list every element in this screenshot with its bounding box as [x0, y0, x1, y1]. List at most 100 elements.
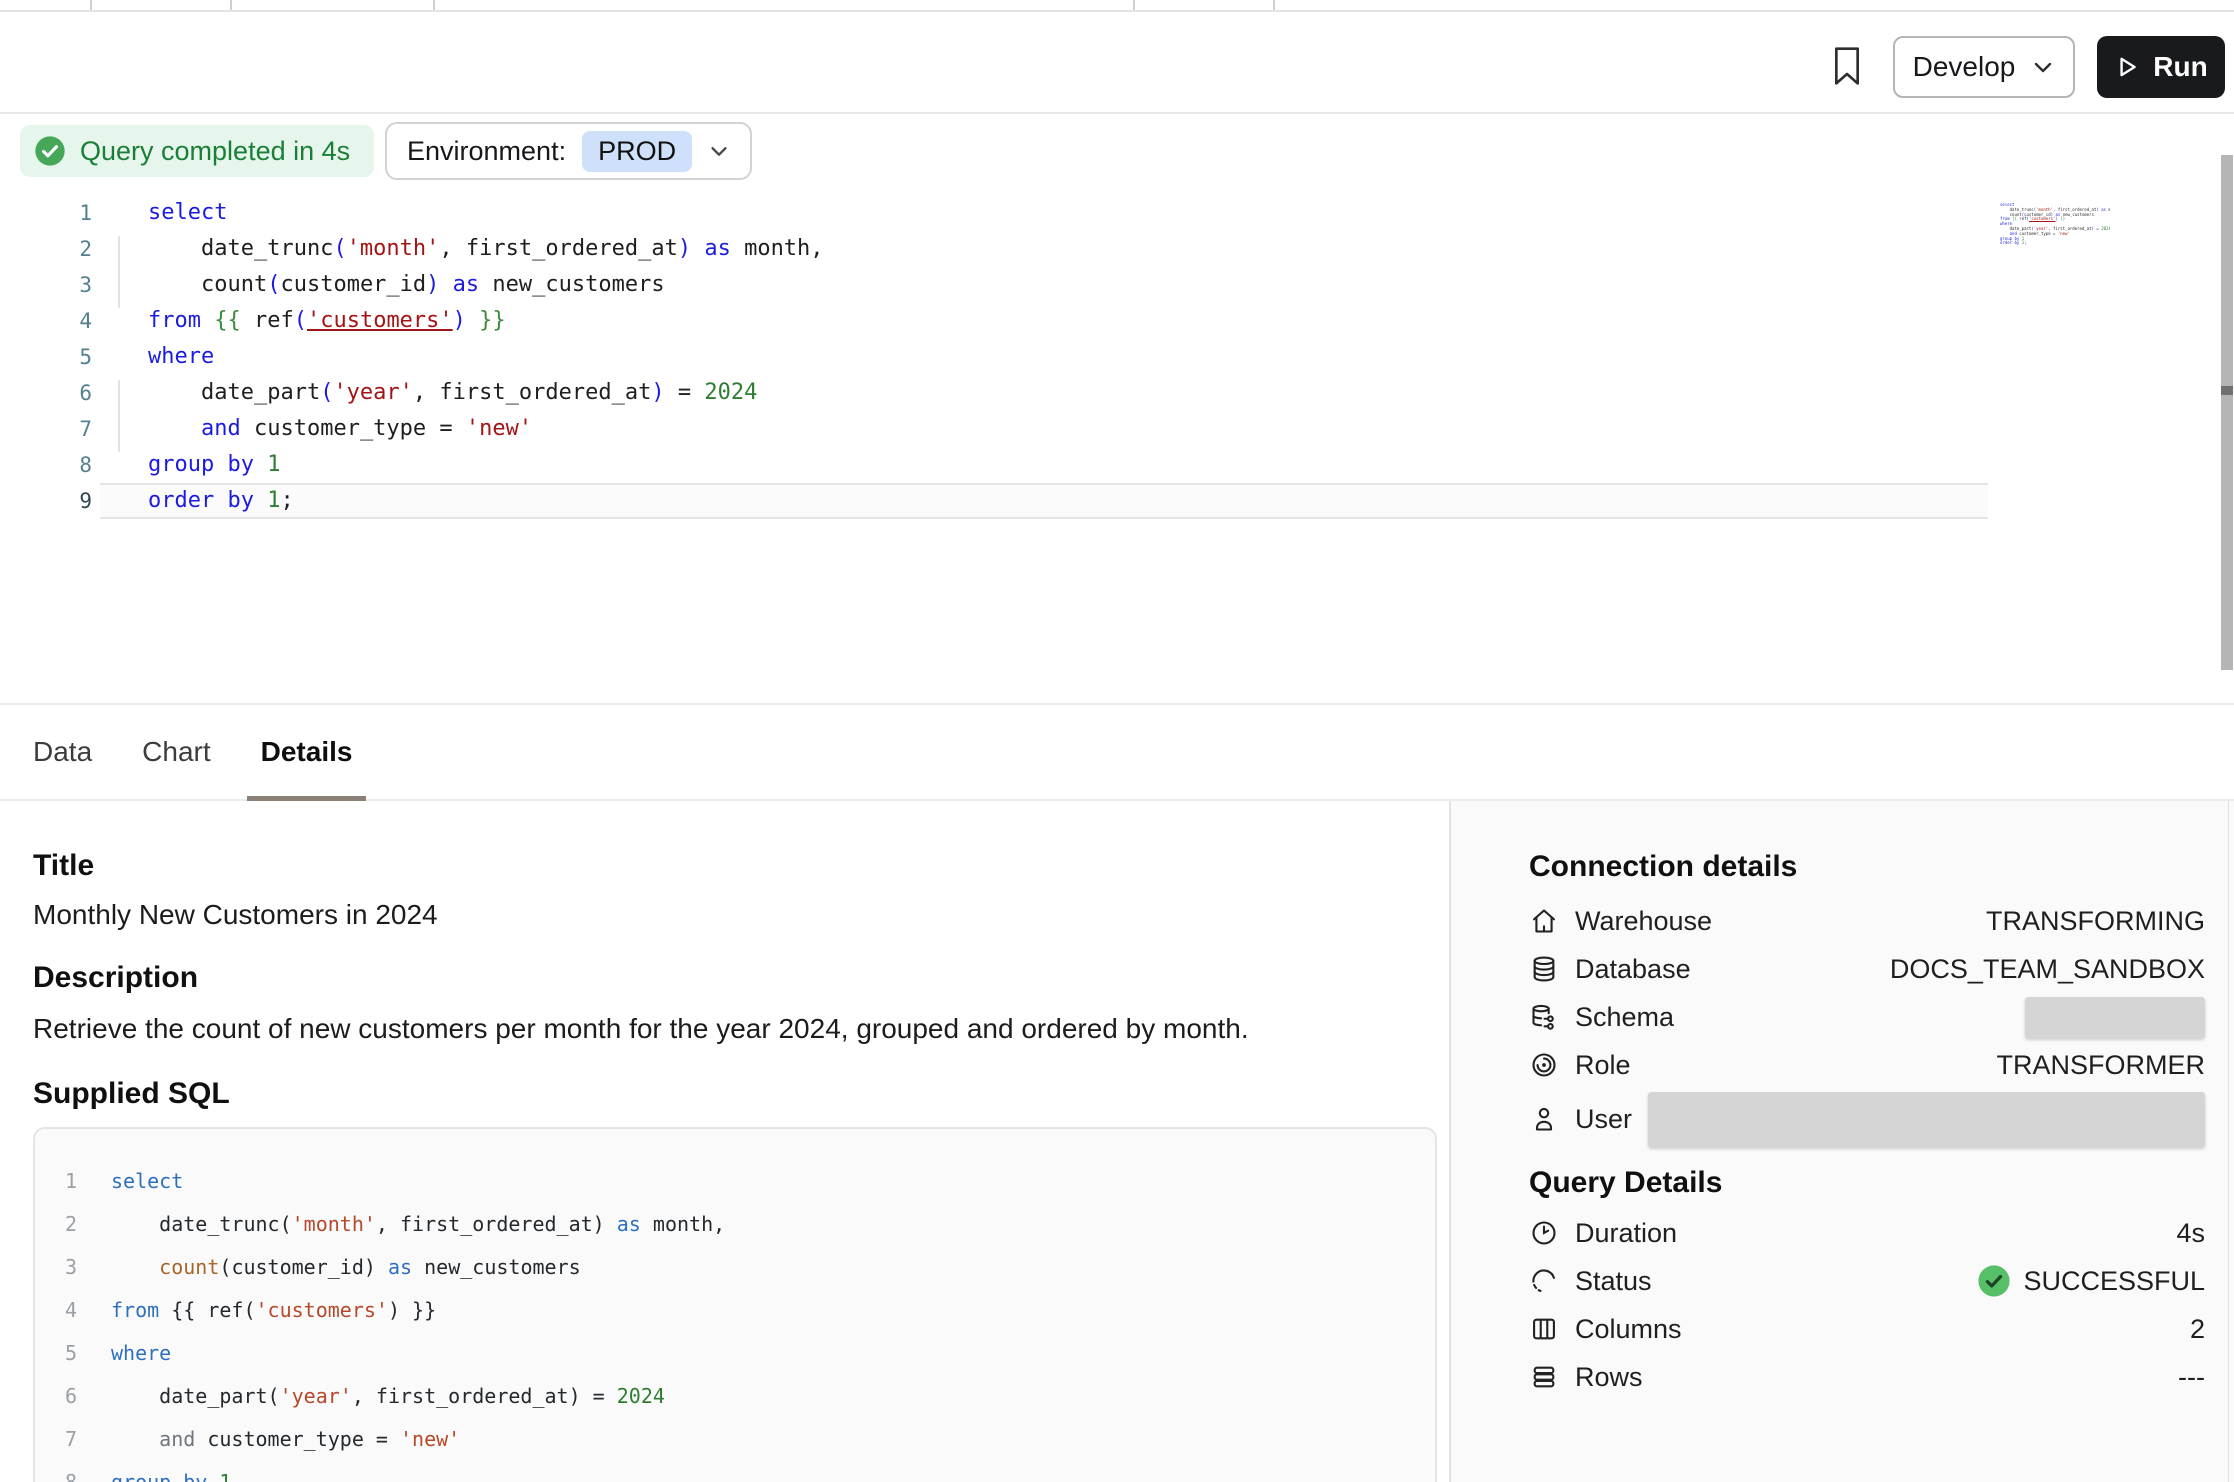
info-label: Database — [1575, 954, 1691, 985]
line-number: 8 — [0, 453, 92, 477]
develop-label: Develop — [1913, 51, 2016, 83]
supplied-sql-line: 1select — [35, 1159, 1435, 1202]
info-label: User — [1575, 1104, 1632, 1135]
line-number: 7 — [35, 1427, 77, 1451]
code-line-text: count(customer_id) as new_customers — [111, 1255, 581, 1279]
editor-minimap[interactable]: select date_trunc('month', first_ordered… — [2000, 203, 2110, 249]
code-line-text: date_trunc('month', first_ordered_at) as… — [100, 231, 1988, 267]
supplied-sql-line: 7 and customer_type = 'new' — [35, 1417, 1435, 1460]
line-number: 6 — [35, 1384, 77, 1408]
line-number: 3 — [35, 1255, 77, 1279]
redacted-value — [2025, 997, 2205, 1038]
info-value: 2 — [2190, 1314, 2205, 1345]
editor-line[interactable]: 5where — [0, 339, 2234, 375]
schema-icon — [1529, 1002, 1559, 1032]
user-row: User — [1529, 1089, 2205, 1149]
description-value: Retrieve the count of new customers per … — [33, 1012, 1437, 1046]
info-label: Schema — [1575, 1002, 1674, 1033]
editor-line[interactable]: 9order by 1; — [0, 483, 2234, 519]
query-status-text: Query completed in 4s — [80, 136, 350, 167]
details-pane: Title Monthly New Customers in 2024 Desc… — [0, 801, 2234, 1482]
code-line-text: order by 1; — [100, 483, 1988, 519]
code-line-text: and customer_type = 'new' — [100, 411, 1988, 447]
supplied-sql-line: 3 count(customer_id) as new_customers — [35, 1245, 1435, 1288]
develop-dropdown-button[interactable]: Develop — [1893, 36, 2075, 98]
editor-line[interactable]: 4 from {{ ref('customers') }} — [0, 303, 2234, 339]
tab-details[interactable]: Details — [261, 705, 353, 799]
warehouse-row: Warehouse TRANSFORMING — [1529, 897, 2205, 945]
code-line-text: group by 1 — [100, 447, 1988, 483]
supplied-sql-line: 8 group by 1 — [35, 1460, 1435, 1482]
browser-tab-strip — [0, 0, 2234, 12]
code-line-text: count(customer_id) as new_customers — [100, 267, 1988, 303]
info-label: Columns — [1575, 1314, 1682, 1345]
line-number: 6 — [0, 381, 92, 405]
tab-chart[interactable]: Chart — [142, 705, 210, 799]
code-line-text: date_part('year', first_ordered_at) = 20… — [111, 1384, 665, 1408]
editor-line[interactable]: 7 and customer_type = 'new' — [0, 411, 2234, 447]
duration-row: Duration4s — [1529, 1209, 2205, 1257]
connection-details-heading: Connection details — [1529, 849, 2205, 885]
environment-selector[interactable]: Environment: PROD — [385, 122, 752, 180]
bookmark-icon — [1831, 46, 1863, 86]
supplied-sql-line: 5where — [35, 1331, 1435, 1374]
editor-line[interactable]: 1select — [0, 195, 2234, 231]
line-number: 4 — [0, 309, 92, 333]
info-label: Duration — [1575, 1218, 1677, 1249]
title-heading: Title — [33, 848, 1437, 884]
editor-line[interactable]: 3 count(customer_id) as new_customers — [0, 267, 2234, 303]
columns-icon — [1529, 1314, 1559, 1344]
indent-guide — [118, 380, 120, 452]
check-circle-icon — [34, 135, 66, 167]
info-value: DOCS_TEAM_SANDBOX — [1890, 954, 2205, 985]
tab-divider — [1133, 0, 1135, 10]
connection-details-panel: Connection details Warehouse TRANSFORMING… — [1449, 801, 2234, 1482]
tab-divider — [1273, 0, 1275, 10]
chevron-down-icon — [708, 140, 730, 162]
editor-scrollbar[interactable] — [2221, 155, 2233, 670]
code-line-text: from {{ ref('customers') }} — [100, 303, 1988, 339]
line-number: 8 — [35, 1470, 77, 1482]
line-number: 2 — [0, 237, 92, 261]
info-value: SUCCESSFUL — [2023, 1266, 2205, 1297]
user-icon — [1529, 1104, 1559, 1134]
bookmark-button[interactable] — [1824, 40, 1870, 92]
code-line-text: date_trunc('month', first_ordered_at) as… — [111, 1212, 725, 1236]
schema-row: Schema — [1529, 993, 2205, 1041]
rows-row: Rows--- — [1529, 1353, 2205, 1401]
run-button[interactable]: Run — [2097, 36, 2225, 98]
database-row: Database DOCS_TEAM_SANDBOX — [1529, 945, 2205, 993]
code-line-text: and customer_type = 'new' — [111, 1427, 460, 1451]
editor-line[interactable]: 2 date_trunc('month', first_ordered_at) … — [0, 231, 2234, 267]
code-line-text: from {{ ref('customers') }} — [111, 1298, 436, 1322]
code-line-text: select — [100, 195, 1988, 231]
target-icon — [1529, 1050, 1559, 1080]
environment-value-pill: PROD — [582, 131, 692, 172]
info-label: Warehouse — [1575, 906, 1712, 937]
columns-row: Columns 2 — [1529, 1305, 2205, 1353]
role-row: RoleTRANSFORMER — [1529, 1041, 2205, 1089]
redacted-value — [1648, 1092, 2205, 1147]
sql-editor[interactable]: 1select2 date_trunc('month', first_order… — [0, 195, 2234, 703]
editor-line[interactable]: 8 group by 1 — [0, 447, 2234, 483]
supplied-sql-block: 1select 2 date_trunc('month', first_order… — [33, 1127, 1437, 1482]
info-label: Rows — [1575, 1362, 1643, 1393]
status-badge: SUCCESSFUL — [1977, 1264, 2205, 1298]
scrollbar-notch — [2221, 386, 2233, 395]
home-icon — [1529, 906, 1559, 936]
tab-data[interactable]: Data — [33, 705, 92, 799]
play-icon — [2114, 54, 2140, 80]
info-value: TRANSFORMER — [1997, 1050, 2206, 1081]
spinner-icon — [1529, 1266, 1559, 1296]
code-line-text: select — [111, 1169, 183, 1193]
editor-code-area[interactable]: 1select2 date_trunc('month', first_order… — [0, 195, 2234, 519]
code-line-text: group by 1 — [111, 1470, 231, 1482]
code-line-text: where — [111, 1341, 171, 1365]
code-line-text: date_part('year', first_ordered_at) = 20… — [100, 375, 1988, 411]
info-value: TRANSFORMING — [1986, 906, 2205, 937]
supplied-sql-line: 4from {{ ref('customers') }} — [35, 1288, 1435, 1331]
run-label: Run — [2153, 51, 2207, 83]
app-window: Develop Run Query completed in 4s Enviro… — [0, 0, 2234, 1482]
line-number: 2 — [35, 1212, 77, 1236]
editor-line[interactable]: 6 date_part('year', first_ordered_at) = … — [0, 375, 2234, 411]
